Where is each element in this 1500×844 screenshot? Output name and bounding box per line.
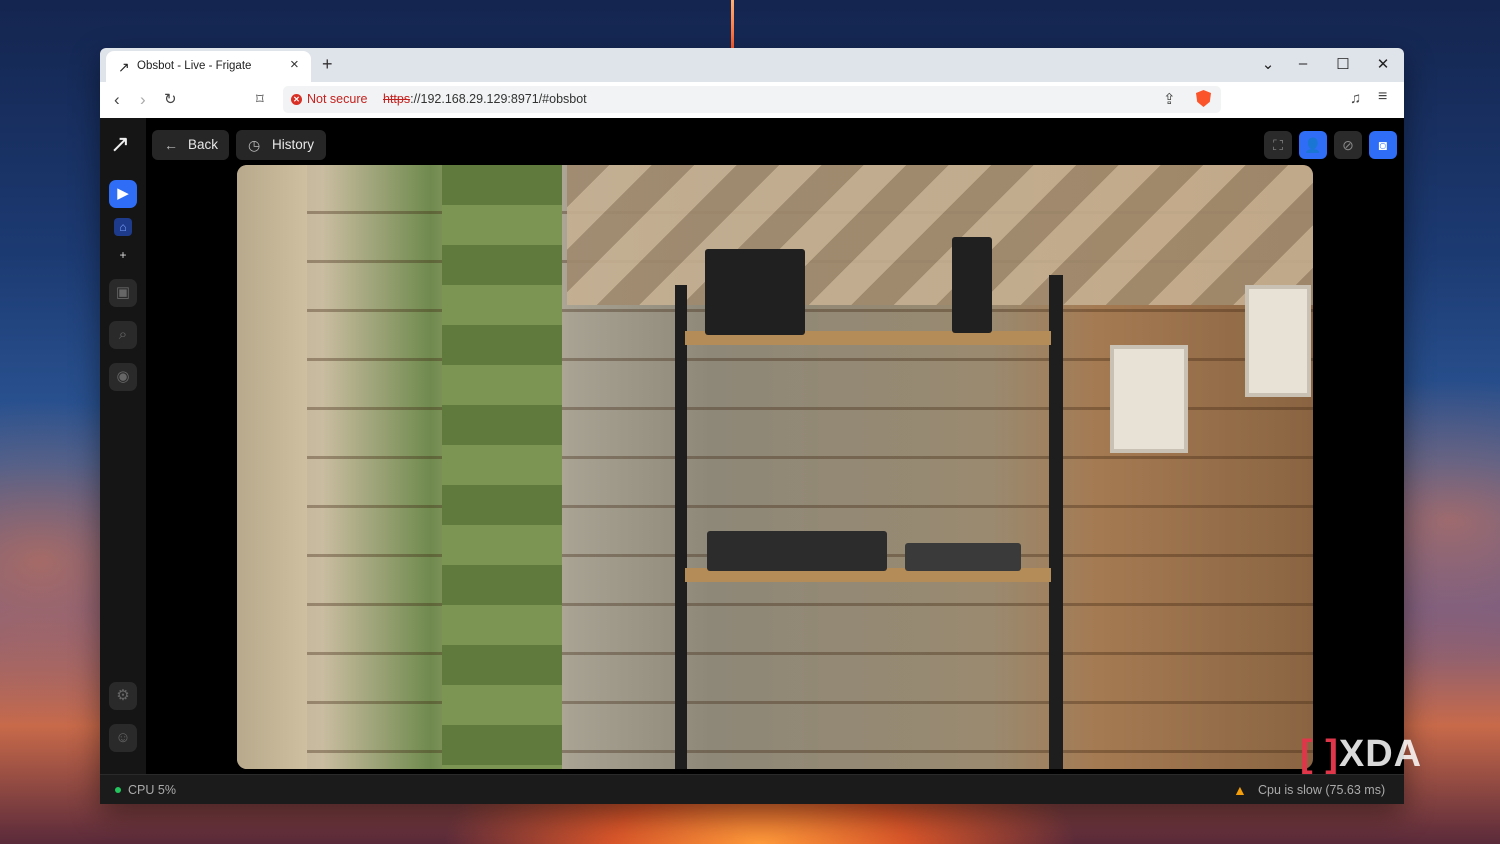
- back-button-label: Back: [188, 137, 219, 152]
- share-icon[interactable]: ⇪: [1163, 90, 1176, 108]
- frigate-app: ↗ ▶ ⌂ + ▣ ⌕ ◉ ⚙ ☺ ← Back ◷ History ⛶ 👤 ⊘…: [100, 118, 1404, 804]
- frigate-logo-icon[interactable]: ↗: [110, 130, 130, 159]
- tab-obsbot-live[interactable]: ↗ Obsbot - Live - Frigate ×: [106, 51, 311, 82]
- camera-off-icon[interactable]: ⊘: [1334, 131, 1362, 159]
- add-group-icon[interactable]: +: [114, 246, 132, 264]
- live-video-icon[interactable]: ▶: [109, 180, 137, 208]
- ptz-person-icon[interactable]: 👤: [1299, 131, 1327, 159]
- export-icon[interactable]: ◉: [109, 363, 137, 391]
- wall-picture: [1110, 345, 1188, 453]
- browser-menu-icon[interactable]: ≡: [1378, 88, 1387, 106]
- browser-toolbar: ‹ › ↻ ⌑ ✕ Not secure https://192.168.29.…: [100, 82, 1404, 119]
- xda-watermark: [ ]XDA: [1300, 733, 1422, 776]
- history-clock-icon: ◷: [248, 137, 261, 153]
- warning-triangle-icon: ▲: [1233, 782, 1247, 798]
- review-icon[interactable]: ▣: [109, 279, 137, 307]
- account-user-icon[interactable]: ☺: [109, 724, 137, 752]
- wall-tiles: [567, 165, 1313, 305]
- maximize-button[interactable]: ☐: [1333, 55, 1353, 73]
- bookmark-icon[interactable]: ⌑: [256, 90, 264, 108]
- cpu-status-dot: [115, 787, 121, 793]
- wallpaper-beam: [731, 0, 734, 48]
- brave-shields-icon[interactable]: [1196, 90, 1211, 107]
- security-label[interactable]: Not secure: [307, 92, 367, 106]
- wall-picture: [1245, 285, 1311, 397]
- cpu-warning[interactable]: Cpu is slow (75.63 ms): [1258, 783, 1385, 797]
- settings-gear-icon[interactable]: ⚙: [109, 682, 137, 710]
- forward-nav-icon[interactable]: ›: [140, 90, 146, 110]
- home-icon[interactable]: ⌂: [114, 218, 132, 236]
- minimize-button[interactable]: –: [1293, 55, 1313, 72]
- tab-strip: ↗ Obsbot - Live - Frigate × + ⌄ – ☐ ✕: [100, 48, 1404, 82]
- url-scheme: https: [383, 92, 411, 106]
- browser-window: ↗ Obsbot - Live - Frigate × + ⌄ – ☐ ✕ ‹ …: [100, 48, 1404, 804]
- new-tab-button[interactable]: +: [322, 54, 333, 75]
- graphics-card: [707, 531, 887, 571]
- tab-search-chevron-icon[interactable]: ⌄: [1258, 55, 1278, 73]
- url-text[interactable]: https://192.168.29.129:8971/#obsbot: [383, 92, 587, 106]
- history-button[interactable]: ◷ History: [236, 130, 326, 160]
- history-button-label: History: [272, 137, 315, 152]
- back-nav-icon[interactable]: ‹: [114, 90, 120, 110]
- xda-text: XDA: [1338, 733, 1423, 775]
- back-button[interactable]: ← Back: [152, 130, 229, 160]
- xda-bracket-logo: [ ]: [1300, 733, 1339, 775]
- fullscreen-icon[interactable]: ⛶: [1264, 131, 1292, 159]
- url-rest: ://192.168.29.129:8971/#obsbot: [410, 92, 587, 106]
- graphics-card: [905, 543, 1021, 571]
- close-tab-icon[interactable]: ×: [290, 56, 299, 73]
- sidebar: ↗ ▶ ⌂ + ▣ ⌕ ◉ ⚙ ☺: [100, 118, 146, 774]
- frigate-favicon-icon: ↗: [118, 59, 130, 75]
- cpu-usage: CPU 5%: [128, 783, 176, 797]
- arrow-left-icon: ←: [164, 137, 178, 153]
- snapshot-camera-icon[interactable]: ◙: [1369, 131, 1397, 159]
- explore-search-icon[interactable]: ⌕: [109, 321, 137, 349]
- shelf-post: [675, 285, 687, 769]
- not-secure-icon[interactable]: ✕: [291, 94, 302, 105]
- curtain-panel: [237, 165, 307, 769]
- device-on-shelf: [952, 237, 992, 333]
- curtain-panel: [442, 165, 562, 769]
- live-camera-feed[interactable]: [237, 165, 1313, 769]
- address-bar[interactable]: ✕ Not secure https://192.168.29.129:8971…: [283, 86, 1221, 113]
- close-window-button[interactable]: ✕: [1373, 55, 1393, 73]
- device-on-shelf: [705, 249, 805, 335]
- media-controls-icon[interactable]: ♫: [1350, 90, 1361, 107]
- shelf-post: [1049, 275, 1063, 769]
- status-bar: CPU 5% ▲ Cpu is slow (75.63 ms): [100, 774, 1404, 804]
- tab-title: Obsbot - Live - Frigate: [137, 60, 252, 72]
- reload-icon[interactable]: ↻: [164, 90, 177, 108]
